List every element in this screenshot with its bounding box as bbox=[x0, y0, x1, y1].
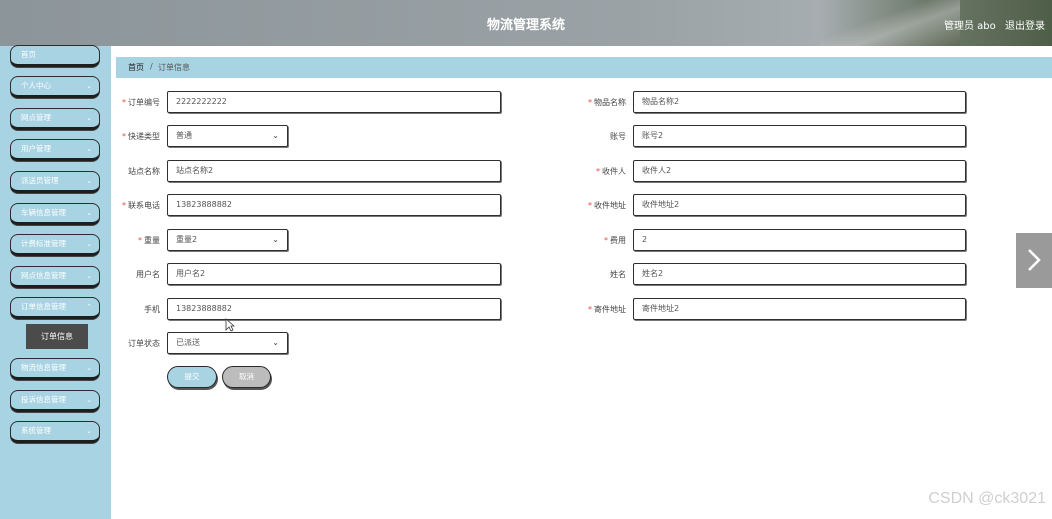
sender-address-input[interactable]: 寄件地址2 bbox=[633, 298, 966, 320]
chevron-down-icon: ⌄ bbox=[86, 396, 92, 404]
chevron-down-icon: ⌄ bbox=[86, 145, 92, 153]
breadcrumb-home[interactable]: 首页 bbox=[128, 62, 144, 73]
fee-label: * 费用 bbox=[604, 236, 626, 245]
order-status-select[interactable]: 已派送 ⌄ bbox=[167, 332, 288, 354]
order-no-input[interactable]: 2222222222 bbox=[167, 91, 501, 113]
sidebar-item-system-management[interactable]: 系统管理 ⌄ bbox=[10, 421, 100, 443]
select-value: 已派送 bbox=[176, 338, 200, 347]
app-title: 物流管理系统 bbox=[486, 18, 565, 33]
receiver-address-label: * 收件地址 bbox=[588, 201, 626, 210]
submit-button[interactable]: 提交 bbox=[167, 366, 217, 388]
select-value: 重量2 bbox=[176, 235, 198, 244]
chevron-down-icon: ⌄ bbox=[272, 131, 279, 140]
item-name-input[interactable]: 物品名称2 bbox=[633, 91, 966, 113]
chevron-down-icon: ⌄ bbox=[86, 82, 92, 90]
select-value: 普通 bbox=[176, 131, 192, 140]
receiver-label: * 收件人 bbox=[596, 167, 626, 176]
express-type-label: * 快递类型 bbox=[122, 132, 160, 141]
order-no-label: * 订单编号 bbox=[122, 98, 160, 107]
username-label: 用户名 bbox=[136, 270, 160, 279]
chevron-down-icon: ⌄ bbox=[86, 364, 92, 372]
sidebar-item-label: 物流信息管理 bbox=[21, 363, 66, 372]
mobile-label: 手机 bbox=[144, 305, 160, 314]
sender-address-label: * 寄件地址 bbox=[588, 305, 626, 314]
account-label: 账号 bbox=[610, 132, 626, 141]
sidebar-item-label: 个人中心 bbox=[21, 81, 51, 90]
watermark: CSDN @ck3021 bbox=[928, 490, 1046, 507]
receiver-address-input[interactable]: 收件地址2 bbox=[633, 194, 966, 216]
next-page-button[interactable] bbox=[1016, 233, 1052, 288]
admin-user-label: 管理员 abo bbox=[944, 21, 996, 32]
chevron-down-icon: ⌄ bbox=[86, 427, 92, 435]
username-input[interactable]: 用户名2 bbox=[167, 263, 501, 285]
submenu-item-order-info[interactable]: 订单信息 bbox=[26, 324, 88, 349]
weight-label: * 重量 bbox=[138, 236, 160, 245]
chevron-down-icon: ⌄ bbox=[86, 114, 92, 122]
contact-phone-label: * 联系电话 bbox=[122, 201, 160, 210]
sidebar-item-label: 投诉信息管理 bbox=[21, 395, 66, 404]
sidebar-item-user-management[interactable]: 用户管理 ⌄ bbox=[10, 139, 100, 161]
sidebar-item-label: 用户管理 bbox=[21, 144, 51, 153]
chevron-down-icon: ⌄ bbox=[272, 338, 279, 347]
chevron-right-icon bbox=[1028, 249, 1041, 271]
chevron-down-icon: ⌄ bbox=[272, 235, 279, 244]
sidebar-item-label: 首页 bbox=[21, 50, 36, 59]
sidebar-item-label: 订单信息管理 bbox=[21, 302, 66, 311]
sidebar-item-logistics-management[interactable]: 物流信息管理 ⌄ bbox=[10, 358, 100, 380]
contact-phone-input[interactable]: 13823888882 bbox=[167, 194, 501, 216]
station-name-label: 站点名称 bbox=[128, 167, 160, 176]
logout-link[interactable]: 退出登录 bbox=[1005, 17, 1045, 32]
account-input[interactable]: 账号2 bbox=[633, 125, 966, 147]
name-label: 姓名 bbox=[610, 270, 626, 279]
fee-input[interactable]: 2 bbox=[633, 229, 966, 251]
breadcrumb-current: 订单信息 bbox=[158, 63, 190, 72]
sidebar-item-label: 网点信息管理 bbox=[21, 271, 66, 280]
weight-select[interactable]: 重量2 ⌄ bbox=[167, 229, 288, 251]
station-name-input[interactable]: 站点名称2 bbox=[167, 160, 501, 182]
sidebar-item-station-management[interactable]: 网点管理 ⌄ bbox=[10, 108, 100, 130]
sidebar-item-home[interactable]: 首页 bbox=[10, 45, 100, 67]
name-input[interactable]: 姓名2 bbox=[633, 263, 966, 285]
sidebar-item-complaint-management[interactable]: 投诉信息管理 ⌄ bbox=[10, 390, 100, 412]
mouse-cursor-icon bbox=[225, 318, 235, 332]
sidebar-item-label: 网点管理 bbox=[21, 113, 51, 122]
cancel-button[interactable]: 取消 bbox=[222, 366, 271, 388]
sidebar-item-label: 车辆信息管理 bbox=[21, 208, 66, 217]
receiver-input[interactable]: 收件人2 bbox=[633, 160, 966, 182]
sidebar-item-personal-center[interactable]: 个人中心 ⌄ bbox=[10, 76, 100, 98]
order-status-label: 订单状态 bbox=[128, 339, 160, 348]
breadcrumb: 首页 / 订单信息 bbox=[116, 57, 1052, 78]
mobile-input[interactable]: 13823888882 bbox=[167, 298, 501, 320]
breadcrumb-separator: / bbox=[150, 62, 153, 71]
sidebar-item-label: 计费标准管理 bbox=[21, 239, 66, 248]
item-name-label: * 物品名称 bbox=[588, 98, 626, 107]
sidebar-item-label: 系统管理 bbox=[21, 426, 51, 435]
sidebar-item-label: 派送员管理 bbox=[21, 176, 59, 185]
express-type-select[interactable]: 普通 ⌄ bbox=[167, 125, 288, 147]
